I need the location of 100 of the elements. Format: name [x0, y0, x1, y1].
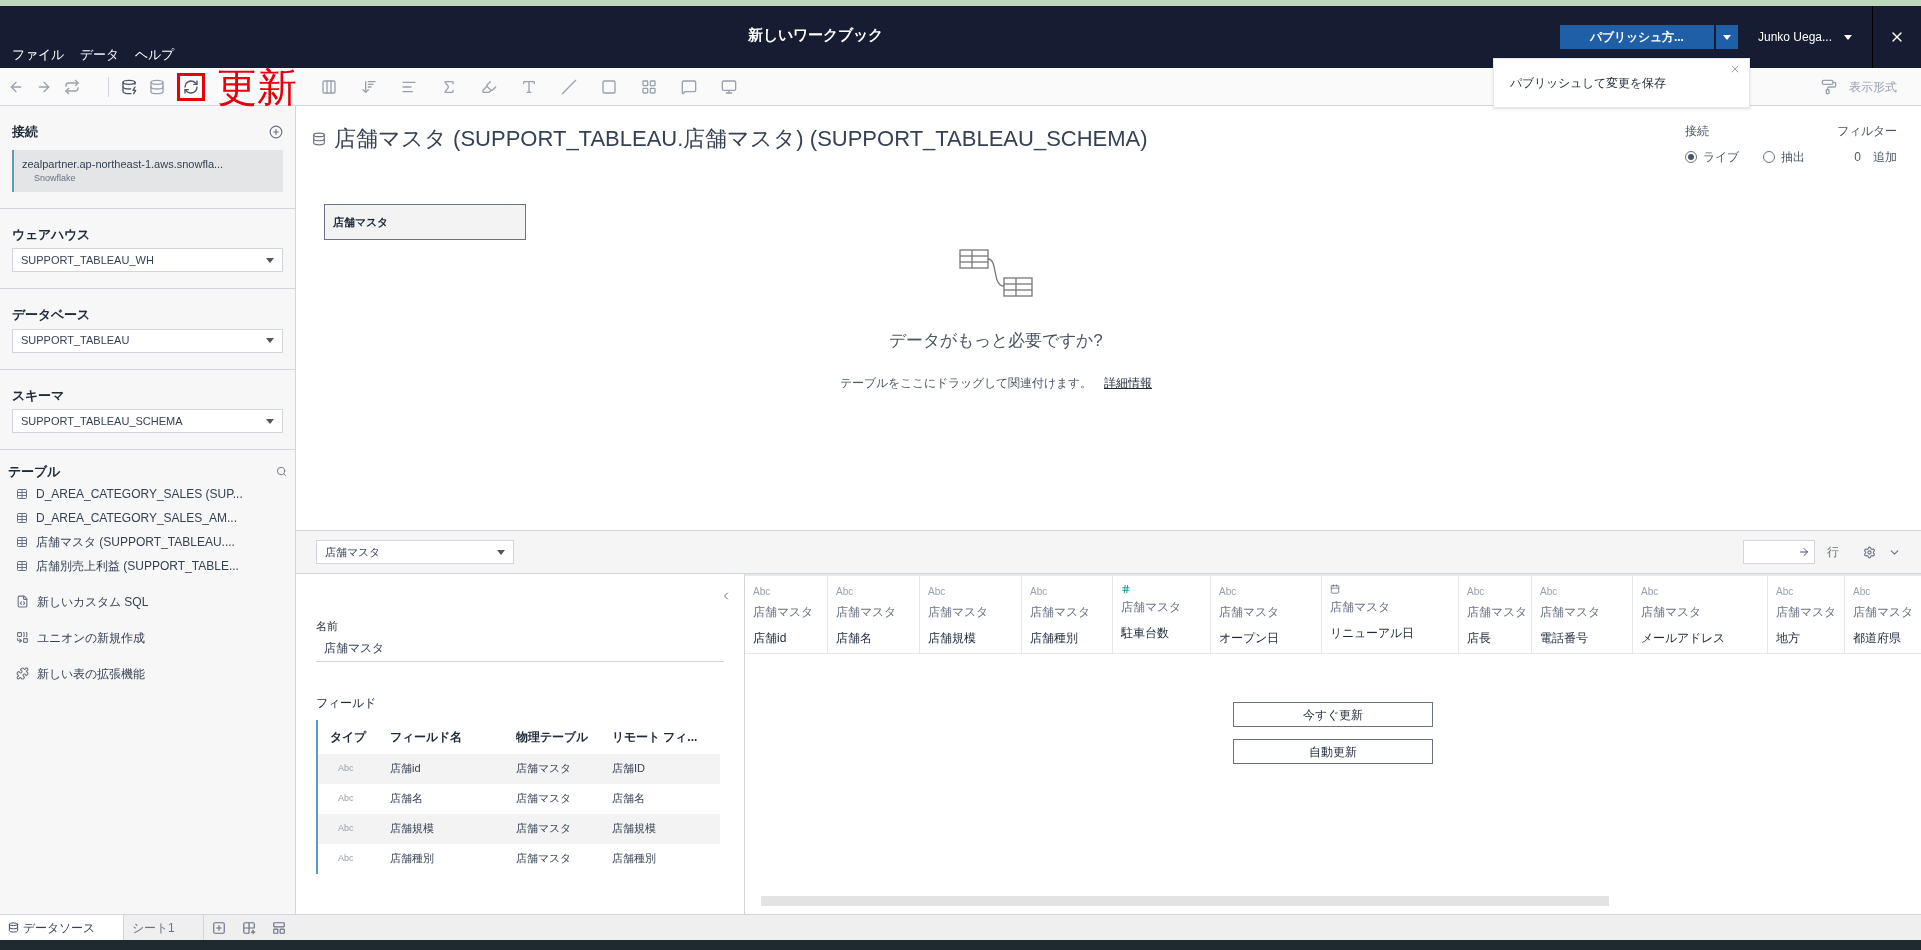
table-node[interactable]: 店舗マスタ	[324, 204, 526, 240]
connection-item[interactable]: zealpartner.ap-northeast-1.aws.snowfla... Snowflake	[12, 149, 283, 192]
hint-text: テーブルをここにドラッグして関連付けます。	[840, 374, 1092, 392]
publish-button[interactable]: パブリッシュ方...	[1559, 25, 1714, 49]
comment-icon[interactable]	[681, 78, 697, 95]
type-label: Abc	[928, 585, 947, 599]
connection-server: zealpartner.ap-northeast-1.aws.snowfla...	[22, 156, 225, 172]
sum-icon[interactable]	[441, 78, 457, 95]
date-type-icon	[1330, 584, 1340, 594]
section-heading: ウェアハウス	[12, 225, 91, 244]
sql-icon	[16, 595, 29, 608]
update-button[interactable]: 今すぐ更新	[1233, 702, 1433, 727]
arrow-icon	[1798, 546, 1810, 558]
table-cell-text: 店舗種別	[389, 851, 435, 867]
table-cell-text: 店舗種別	[611, 851, 657, 867]
action-item[interactable]: 新しいカスタム SQL	[8, 589, 287, 614]
column-header[interactable]: 店舗マスタ リニューアル日	[1322, 576, 1459, 653]
type-label: Abc	[836, 585, 855, 599]
table-icon	[16, 559, 28, 572]
presentation-icon[interactable]	[721, 78, 737, 95]
highlight-icon[interactable]	[481, 78, 497, 95]
table-select[interactable]: 店舗マスタ	[316, 540, 514, 564]
column-header[interactable]: Abc 店舗マスタ 店長	[1459, 576, 1532, 653]
datasource-icon[interactable]	[312, 131, 326, 146]
type-label: Abc	[753, 585, 772, 599]
column-header[interactable]: Abc 店舗マスタ 都道府県	[1845, 576, 1921, 653]
column-header[interactable]: フィールド名	[378, 727, 508, 746]
radio-option[interactable]: ライブ	[1685, 148, 1739, 166]
add-link[interactable]: 追加	[1873, 148, 1897, 166]
column-header[interactable]: Abc 店舗マスタ メールアドレス	[1633, 576, 1768, 653]
field-label: 名前	[316, 619, 339, 634]
section-heading: スキーマ	[12, 386, 65, 405]
table-cell-text: 店舗名	[389, 791, 424, 807]
menu-item[interactable]: ファイル	[12, 44, 64, 64]
type-label: Abc	[1776, 585, 1795, 599]
menu-item[interactable]: ヘルプ	[135, 44, 174, 64]
table-item[interactable]: D_AREA_CATEGORY_SALES_AM...	[8, 505, 287, 530]
table-item[interactable]: 店舗別売上利益 (SUPPORT_TABLE...	[8, 553, 287, 578]
column-header[interactable]: 物理テーブル	[508, 727, 604, 746]
new-story-icon[interactable]	[272, 920, 286, 935]
column-header[interactable]: Abc 店舗マスタ 店舗種別	[1022, 576, 1113, 653]
action-item[interactable]: 新しい表の拡張機能	[8, 661, 287, 686]
user-menu[interactable]: Junko Uega...	[1757, 28, 1852, 46]
table-icon	[16, 487, 28, 500]
type-label: Abc	[337, 791, 355, 805]
radio-option[interactable]: 抽出	[1763, 148, 1805, 166]
table-item[interactable]: D_AREA_CATEGORY_SALES (SUP...	[8, 481, 287, 506]
section-heading: データベース	[12, 306, 91, 324]
table-item[interactable]: 店舗マスタ (SUPPORT_TABLEAU....	[8, 529, 287, 554]
table-cell-text: 店舗名	[611, 791, 646, 807]
column-header[interactable]: 店舗マスタ 駐車台数	[1113, 576, 1211, 653]
type-label: Abc	[337, 851, 355, 865]
datasource-title: 店舗マスタ (SUPPORT_TABLEAU.店舗マスタ) (SUPPORT_TABLEAU_SCHEMA)	[334, 125, 1148, 153]
select-field[interactable]: SUPPORT_TABLEAU_SCHEMA	[12, 409, 283, 433]
text-icon[interactable]	[521, 78, 537, 95]
new-dashboard-icon[interactable]	[242, 920, 256, 935]
extension-icon	[16, 667, 29, 680]
refresh-icon[interactable]	[183, 78, 199, 95]
menu-item[interactable]: データ	[80, 44, 119, 64]
datasource-icon[interactable]	[149, 78, 165, 95]
action-item[interactable]: ユニオンの新規作成	[8, 625, 287, 650]
column-header[interactable]: Abc 店舗マスタ 店舗規模	[920, 576, 1022, 653]
table-cell-text: 店舗id	[389, 761, 422, 777]
new-datasource-icon[interactable]	[121, 78, 137, 95]
select-field[interactable]: SUPPORT_TABLEAU_WH	[12, 248, 283, 272]
filter-count: 0	[1854, 149, 1861, 166]
publish-dropdown[interactable]	[1715, 25, 1738, 49]
table-cell-text: 店舗規模	[389, 821, 435, 837]
name-field[interactable]: 店舗マスタ	[316, 634, 724, 662]
grid-icon[interactable]	[641, 78, 657, 95]
column-header[interactable]: タイプ	[318, 727, 378, 746]
column-header[interactable]: Abc 店舗マスタ オープン日	[1211, 576, 1322, 653]
type-label: Abc	[1853, 585, 1872, 599]
column-header[interactable]: Abc 店舗マスタ 地方	[1768, 576, 1845, 653]
dropdown-icon	[1844, 34, 1852, 40]
add-icon[interactable]	[269, 124, 283, 139]
table-cell-text: 店舗マスタ	[515, 821, 572, 837]
table-icon	[16, 535, 28, 548]
frame-icon[interactable]	[601, 78, 617, 95]
update-button[interactable]: 自動更新	[1233, 739, 1433, 764]
details-link[interactable]: 詳細情報	[1104, 373, 1152, 392]
column-header[interactable]: Abc 店舗マスタ 店舗名	[828, 576, 920, 653]
search-icon[interactable]	[276, 466, 287, 478]
section-heading: フィールド	[316, 694, 377, 712]
swap-icon[interactable]	[64, 78, 80, 95]
settings-icon[interactable]	[1863, 545, 1876, 559]
table-cell-text: 店舗マスタ	[515, 851, 572, 867]
column-header[interactable]: Abc 店舗マスタ 店舗id	[745, 576, 828, 653]
dropdown-icon	[497, 549, 505, 555]
sheet-tab[interactable]: データソース	[0, 915, 124, 940]
connection-type: Snowflake	[33, 172, 77, 185]
line-icon[interactable]	[561, 78, 577, 95]
rows-field[interactable]	[1743, 540, 1815, 564]
select-field[interactable]: SUPPORT_TABLEAU	[12, 328, 283, 353]
section-heading: 接続	[12, 123, 38, 141]
table-icon	[16, 511, 28, 524]
column-header[interactable]: Abc 店舗マスタ 電話番号	[1532, 576, 1633, 653]
new-sheet-icon[interactable]	[212, 920, 226, 935]
format-icon[interactable]	[1821, 78, 1837, 95]
column-header[interactable]: リモート フィ...	[604, 727, 714, 746]
